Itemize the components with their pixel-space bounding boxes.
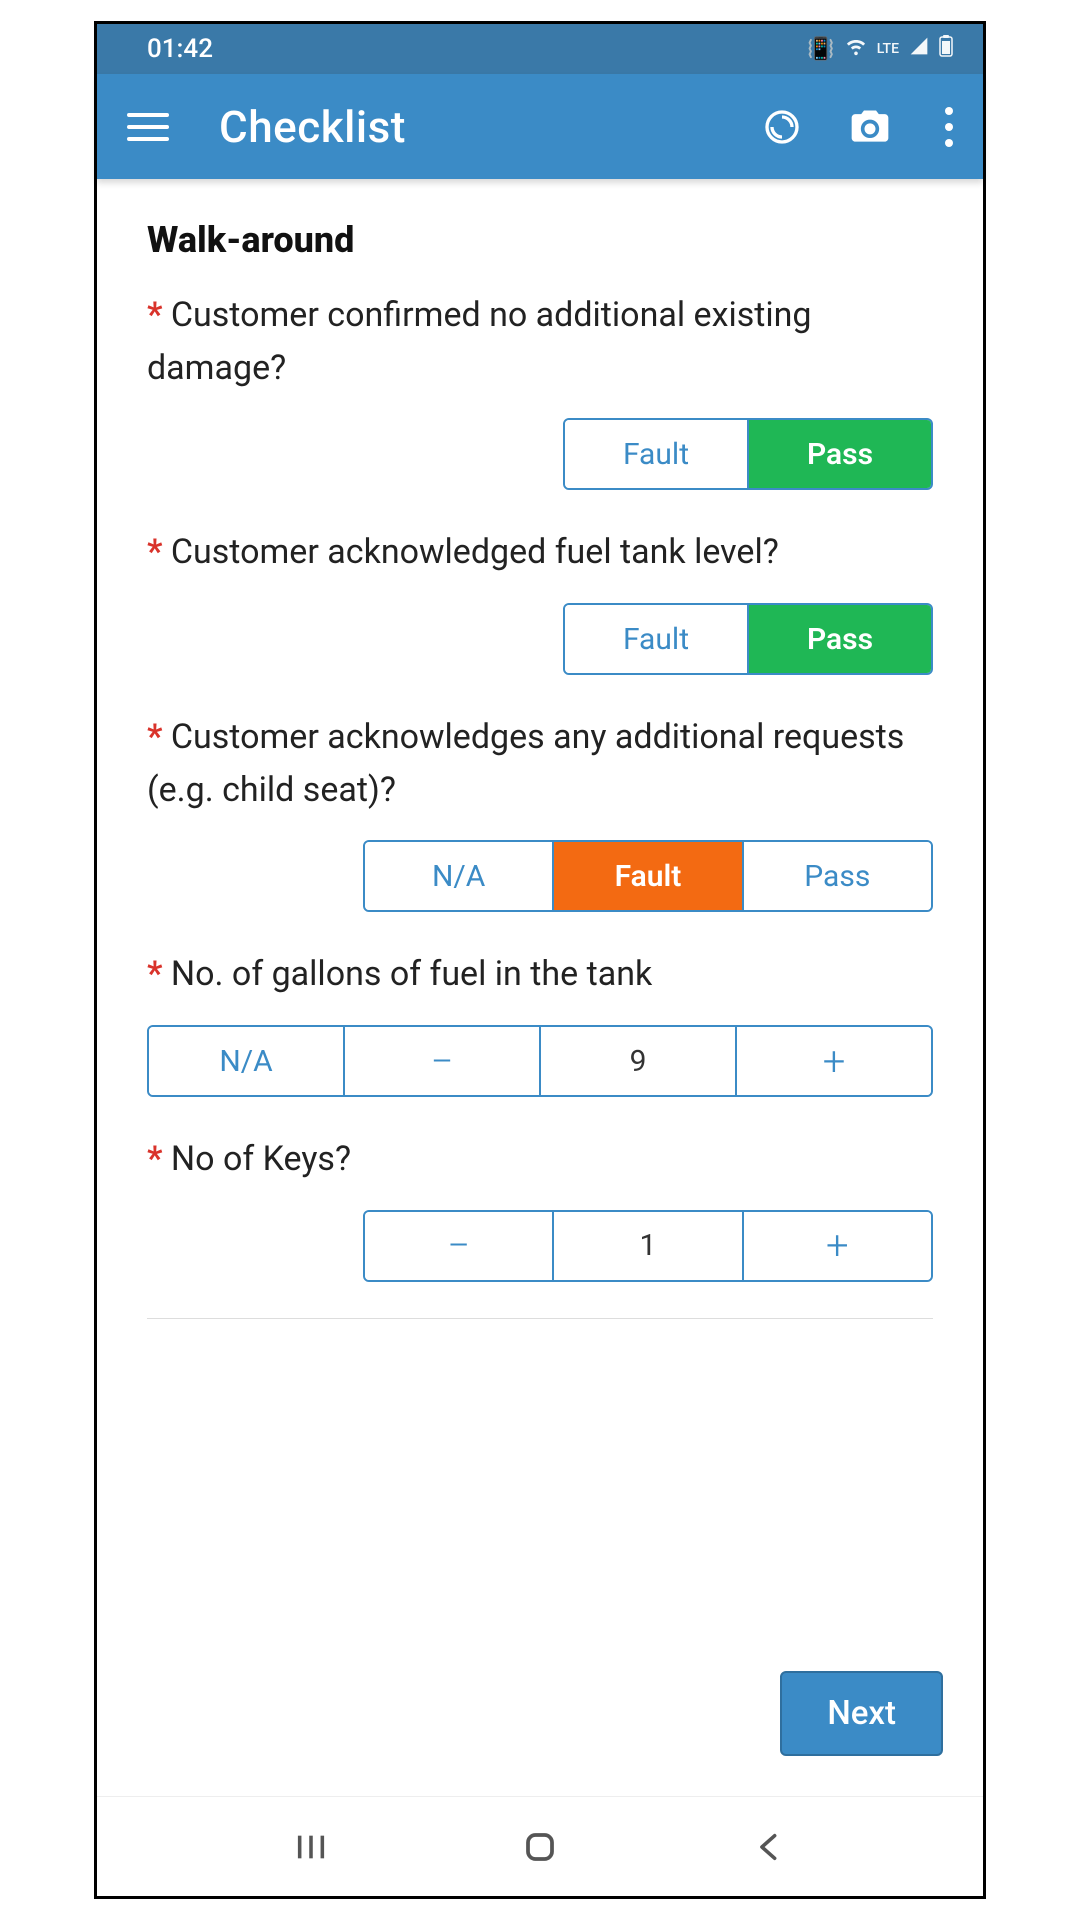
recents-icon[interactable] (281, 1817, 341, 1877)
signal-icon (909, 36, 929, 62)
battery-icon (939, 35, 953, 63)
required-marker: * (147, 717, 162, 757)
status-icons: 📳 LTE (807, 35, 953, 63)
divider (147, 1318, 933, 1319)
device-frame: 01:42 📳 LTE Checklist (94, 21, 986, 1899)
increment-button[interactable]: + (744, 1212, 931, 1280)
wifi-icon (845, 35, 867, 63)
fault-button[interactable]: Fault (554, 842, 743, 910)
toggle-group-damage: Fault Pass (563, 418, 933, 490)
app-bar: Checklist (97, 74, 983, 179)
question-text: * No of Keys? (147, 1133, 933, 1186)
status-time: 01:42 (147, 34, 213, 64)
back-icon[interactable] (739, 1817, 799, 1877)
required-marker: * (147, 1139, 162, 1179)
fault-button[interactable]: Fault (565, 420, 749, 488)
footer: Next (97, 1621, 983, 1796)
pass-button[interactable]: Pass (749, 420, 931, 488)
stepper-keys: − 1 + (363, 1210, 933, 1282)
pass-button[interactable]: Pass (749, 605, 931, 673)
decrement-button[interactable]: − (345, 1027, 541, 1095)
toggle-group-fuel-level: Fault Pass (563, 603, 933, 675)
lte-icon: LTE (877, 41, 899, 57)
stepper-gallons: N/A − 9 + (147, 1025, 933, 1097)
question-gallons: * No. of gallons of fuel in the tank (147, 948, 933, 1001)
question-additional-requests: * Customer acknowledges any additional r… (147, 711, 933, 816)
next-button[interactable]: Next (780, 1671, 943, 1756)
page-title: Checklist (219, 101, 406, 153)
increment-button[interactable]: + (737, 1027, 931, 1095)
na-button[interactable]: N/A (365, 842, 554, 910)
vibrate-icon: 📳 (807, 37, 834, 62)
keys-value[interactable]: 1 (554, 1212, 743, 1280)
fault-button[interactable]: Fault (565, 605, 749, 673)
pass-button[interactable]: Pass (744, 842, 931, 910)
camera-icon[interactable] (847, 104, 893, 150)
na-button[interactable]: N/A (149, 1027, 345, 1095)
checklist-content: Walk-around * Customer confirmed no addi… (97, 179, 983, 1621)
menu-icon[interactable] (127, 106, 169, 148)
question-damage: * Customer confirmed no additional exist… (147, 289, 933, 394)
question-keys: * No of Keys? (147, 1133, 933, 1186)
sync-icon[interactable] (759, 104, 805, 150)
question-text: * Customer confirmed no additional exist… (147, 289, 933, 394)
required-marker: * (147, 295, 162, 335)
question-text: * Customer acknowledges any additional r… (147, 711, 933, 816)
question-text: * No. of gallons of fuel in the tank (147, 948, 933, 1001)
question-fuel-level: * Customer acknowledged fuel tank level? (147, 526, 933, 579)
question-text: * Customer acknowledged fuel tank level? (147, 526, 933, 579)
required-marker: * (147, 954, 162, 994)
android-nav-bar (97, 1796, 983, 1896)
status-bar: 01:42 📳 LTE (97, 24, 983, 74)
section-title: Walk-around (147, 219, 933, 261)
more-icon[interactable] (935, 107, 963, 147)
gallons-value[interactable]: 9 (541, 1027, 737, 1095)
required-marker: * (147, 532, 162, 572)
decrement-button[interactable]: − (365, 1212, 554, 1280)
home-icon[interactable] (510, 1817, 570, 1877)
toggle-group-requests: N/A Fault Pass (363, 840, 933, 912)
